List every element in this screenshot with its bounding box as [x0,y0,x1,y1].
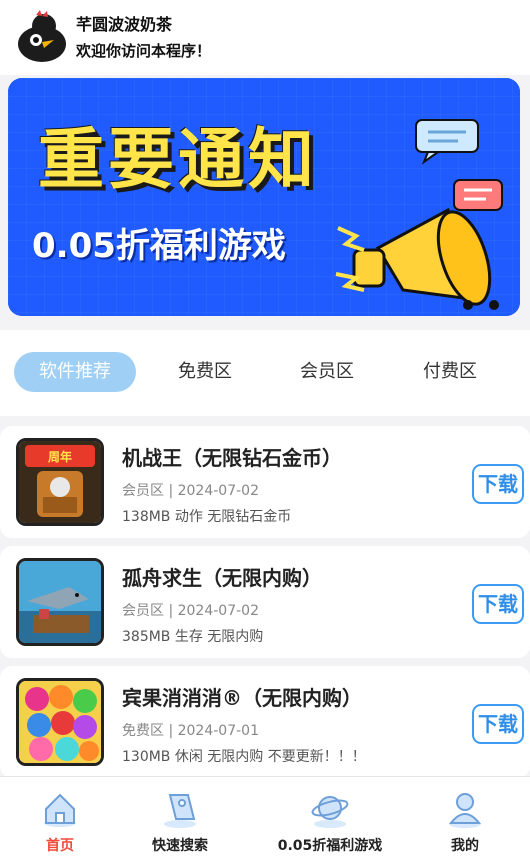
app-list-item[interactable]: 宾果消消消®（无限内购） 免费区 | 2024-07-01 130MB 休闲 无… [0,666,530,778]
tab-paid-zone[interactable]: 付费区 [405,352,495,392]
app-description: 385MB 生存 无限内购 [122,629,264,645]
app-name: 芊圆波波奶茶 [76,15,173,34]
app-thumbnail [16,558,104,646]
app-description: 138MB 动作 无限钻石金币 [122,509,292,525]
app-description: 130MB 休闲 无限内购 不要更新！！！ [122,749,366,765]
header: 芊圆波波奶茶 欢迎你访问本程序！ [0,0,530,75]
nav-discount-games[interactable]: 0.05折福利游戏 [260,777,400,860]
tab-free-zone[interactable]: 免费区 [160,352,250,392]
app-list-item[interactable]: 孤舟求生（无限内购） 会员区 | 2024-07-02 385MB 生存 无限内… [0,546,530,658]
app-thumbnail: 周年 [16,438,104,526]
app-list-item[interactable]: 周年 机战王（无限钻石金币） 会员区 | 2024-07-02 138MB 动作… [0,426,530,538]
app-meta: 会员区 | 2024-07-02 [122,483,259,499]
profile-icon [448,793,482,828]
nav-discount-games-label: 0.05折福利游戏 [277,838,383,854]
svg-text:周年: 周年 [48,449,72,464]
nav-home-label: 首页 [46,838,74,854]
nav-profile[interactable]: 我的 [405,777,525,860]
nav-home[interactable]: 首页 [0,777,120,860]
app-thumbnail [16,678,104,766]
app-title[interactable]: 宾果消消消®（无限内购） [122,682,362,711]
nav-quick-search-label: 快速搜索 [152,838,208,854]
app-title[interactable]: 孤舟求生（无限内购） [122,562,322,591]
notice-banner[interactable]: 重要通知 0.05折福利游戏 [8,78,520,316]
app-title[interactable]: 机战王（无限钻石金币） [122,442,342,471]
download-button[interactable]: 下载 [472,584,524,624]
planet-icon [311,796,349,828]
nav-profile-label: 我的 [451,838,479,854]
category-tabs: 软件推荐 免费区 会员区 付费区 [0,330,530,416]
tab-software-recommend[interactable]: 软件推荐 [14,352,136,392]
bottom-navigation: 首页 快速搜索 0.05折福利游戏 我的 [0,776,530,860]
banner-title: 重要通知 [38,121,318,198]
app-meta: 会员区 | 2024-07-02 [122,603,259,619]
download-button[interactable]: 下载 [472,464,524,504]
download-button[interactable]: 下载 [472,704,524,744]
chat-bubble-red-icon [453,179,503,211]
nav-quick-search[interactable]: 快速搜索 [120,777,240,860]
search-tag-icon [164,794,196,828]
banner-subtitle: 0.05折福利游戏 [32,226,286,266]
welcome-text: 欢迎你访问本程序！ [76,42,212,60]
chick-avatar-icon[interactable] [14,10,70,66]
home-icon [44,793,76,827]
app-meta: 免费区 | 2024-07-01 [122,723,259,739]
tab-member-zone[interactable]: 会员区 [282,352,372,392]
